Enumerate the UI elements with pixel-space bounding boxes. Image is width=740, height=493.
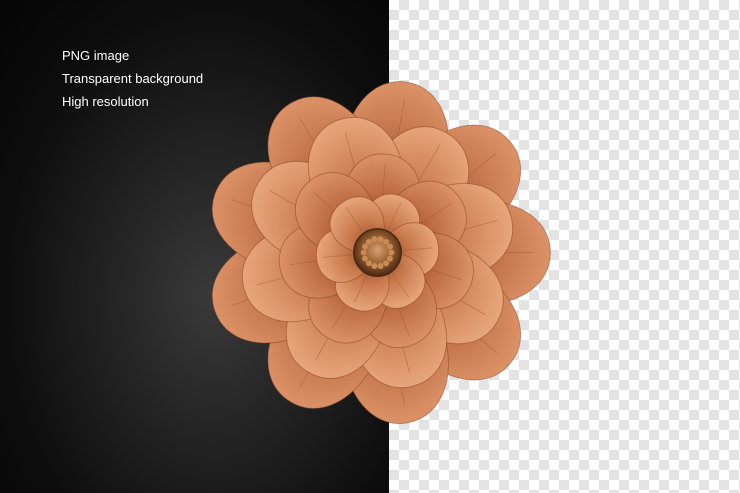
stamen bbox=[365, 260, 372, 267]
flower-icon bbox=[211, 81, 551, 424]
product-preview: PNG image Transparent background High re… bbox=[0, 0, 740, 493]
stamen bbox=[362, 255, 369, 262]
stamen bbox=[386, 243, 393, 250]
stamen bbox=[371, 263, 378, 269]
stamen bbox=[383, 260, 390, 267]
stamen bbox=[362, 243, 369, 250]
stamen bbox=[377, 236, 384, 243]
stamen bbox=[365, 238, 372, 245]
stamen bbox=[377, 263, 384, 269]
stamen bbox=[360, 249, 367, 256]
stamen bbox=[371, 236, 378, 243]
stamen bbox=[386, 255, 393, 262]
stamen bbox=[388, 249, 395, 256]
stamen bbox=[383, 238, 390, 245]
